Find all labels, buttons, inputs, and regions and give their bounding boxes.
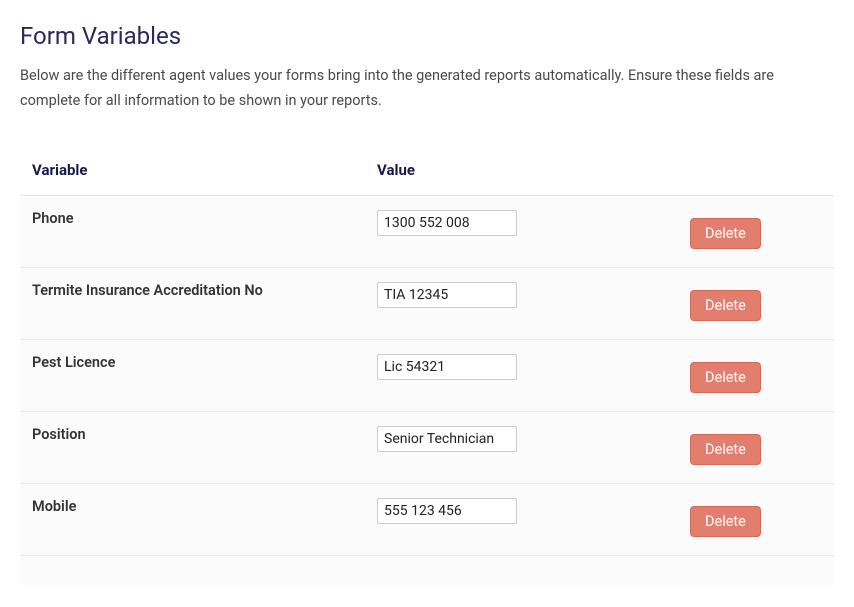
table-row: Mobile Delete [20,483,834,555]
form-variables-table: Variable Value Phone Delete Termite Insu… [20,151,834,585]
delete-button[interactable]: Delete [690,434,761,465]
delete-button[interactable]: Delete [690,362,761,393]
delete-button[interactable]: Delete [690,290,761,321]
variable-label: Pest Licence [32,354,377,371]
variable-label: Mobile [32,498,377,515]
table-row: Termite Insurance Accreditation No Delet… [20,267,834,339]
table-row: Phone Delete [20,195,834,267]
delete-button[interactable]: Delete [690,218,761,249]
value-input-phone[interactable] [377,210,517,236]
header-value: Value [377,161,822,179]
header-variable: Variable [32,161,377,179]
table-row: Position Delete [20,411,834,483]
value-input-pest-licence[interactable] [377,354,517,380]
delete-button[interactable]: Delete [690,506,761,537]
variable-label: Phone [32,210,377,227]
page-title: Form Variables [20,22,834,50]
variable-label: Termite Insurance Accreditation No [32,282,377,299]
variable-label: Position [32,426,377,443]
value-input-termite-insurance[interactable] [377,282,517,308]
value-input-mobile[interactable] [377,498,517,524]
table-footer [20,555,834,585]
value-input-position[interactable] [377,426,517,452]
table-header-row: Variable Value [20,151,834,195]
table-row: Pest Licence Delete [20,339,834,411]
page-description: Below are the different agent values you… [20,64,834,113]
